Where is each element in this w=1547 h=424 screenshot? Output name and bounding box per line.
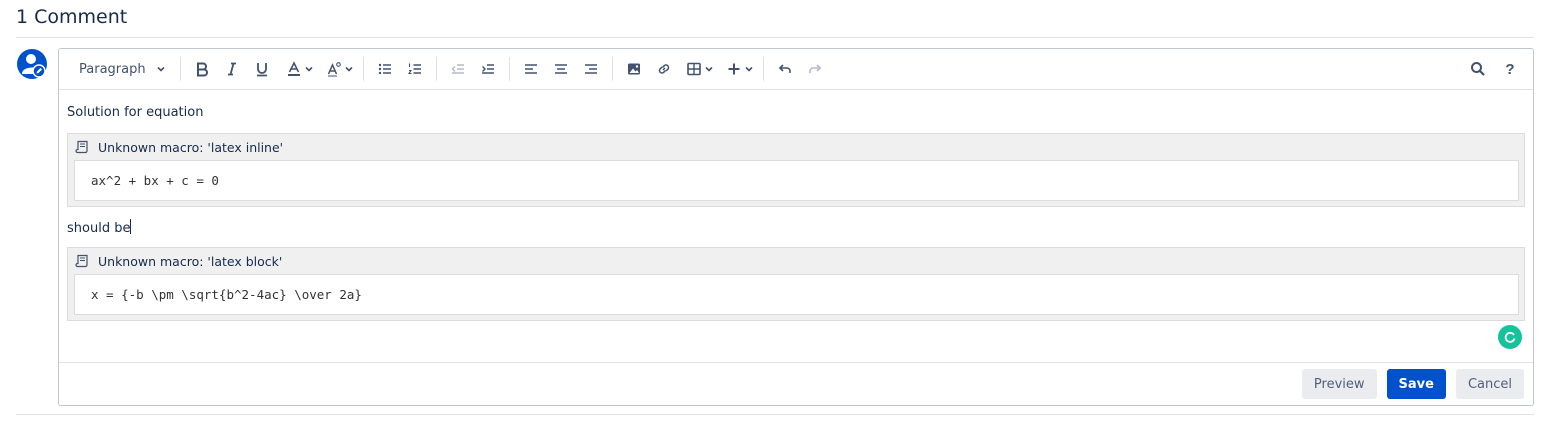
chevron-down-icon <box>705 66 713 72</box>
grammarly-button[interactable] <box>1498 325 1522 349</box>
text-cursor <box>130 219 132 234</box>
table-icon <box>686 62 701 76</box>
user-avatar-icon <box>17 49 47 79</box>
preview-button[interactable]: Preview <box>1301 369 1377 399</box>
numbered-list-icon <box>407 63 421 75</box>
bold-icon <box>196 62 208 77</box>
paragraph-style-label: Paragraph <box>79 61 146 77</box>
editor-toolbar: Paragraph ? <box>59 49 1533 90</box>
insert-icon <box>728 63 740 75</box>
indent-icon <box>481 64 494 74</box>
paragraph-text: Solution for equation <box>67 105 204 120</box>
macro-header-text: Unknown macro: 'latex inline' <box>98 139 284 155</box>
help-button[interactable]: ? <box>1495 54 1525 84</box>
align-center-icon <box>554 64 567 74</box>
outdent-icon <box>451 64 464 74</box>
numbered-list-button[interactable] <box>400 54 430 84</box>
indent-button[interactable] <box>473 54 503 84</box>
cancel-button[interactable]: Cancel <box>1455 369 1524 399</box>
macro-header: Unknown macro: 'latex inline' <box>68 134 1524 160</box>
text-style-icon <box>327 62 341 77</box>
align-center-button[interactable] <box>546 54 576 84</box>
toolbar-separator <box>435 57 437 81</box>
paragraph-style-select[interactable]: Paragraph <box>59 54 174 84</box>
help-icon: ? <box>1505 60 1515 78</box>
grammarly-icon <box>1504 331 1516 343</box>
undo-button[interactable] <box>770 54 800 84</box>
underline-icon <box>256 63 267 77</box>
align-right-icon <box>584 64 597 74</box>
chevron-down-icon <box>345 66 353 72</box>
comment-editor[interactable]: Paragraph ? Solution for equation Unknow… <box>58 48 1534 406</box>
insert-image-button[interactable] <box>619 54 649 84</box>
chevron-down-icon <box>157 66 165 72</box>
redo-button[interactable] <box>800 54 830 84</box>
toolbar-separator <box>362 57 364 81</box>
macro-placeholder-block[interactable]: Unknown macro: 'latex block' x = {-b \pm… <box>67 247 1525 321</box>
macro-scroll-icon <box>75 140 88 154</box>
macro-header: Unknown macro: 'latex block' <box>68 248 1524 274</box>
align-left-button[interactable] <box>516 54 546 84</box>
undo-icon <box>778 64 791 73</box>
toolbar-separator <box>762 57 764 81</box>
italic-icon <box>227 62 236 76</box>
image-icon <box>627 63 640 75</box>
paragraph-text: should be <box>67 219 132 236</box>
macro-header-text: Unknown macro: 'latex block' <box>98 253 283 269</box>
outdent-button[interactable] <box>443 54 473 84</box>
bottom-divider <box>16 414 1534 415</box>
align-left-icon <box>524 64 537 74</box>
text-style-button[interactable] <box>323 54 357 84</box>
italic-button[interactable] <box>217 54 247 84</box>
insert-more-button[interactable] <box>723 54 757 84</box>
macro-body: ax^2 + bx + c = 0 <box>74 160 1519 201</box>
macro-scroll-icon <box>75 254 88 268</box>
search-icon <box>1471 62 1485 76</box>
user-avatar[interactable] <box>17 49 47 79</box>
bold-button[interactable] <box>187 54 217 84</box>
find-replace-button[interactable] <box>1463 54 1493 84</box>
insert-table-button[interactable] <box>683 54 717 84</box>
insert-link-button[interactable] <box>649 54 679 84</box>
chevron-down-icon <box>745 66 753 72</box>
toolbar-separator <box>508 57 510 81</box>
save-button[interactable]: Save <box>1386 369 1446 399</box>
macro-placeholder-inline[interactable]: Unknown macro: 'latex inline' ax^2 + bx … <box>67 133 1525 207</box>
redo-icon <box>808 64 821 73</box>
text-color-icon <box>287 61 300 76</box>
title-divider <box>16 37 1534 38</box>
underline-button[interactable] <box>247 54 277 84</box>
bullet-list-icon <box>378 63 391 75</box>
comments-title: 1 Comment <box>16 6 128 28</box>
paragraph-text-content: should be <box>67 221 131 236</box>
toolbar-separator <box>611 57 613 81</box>
toolbar-separator <box>179 57 181 81</box>
link-icon <box>658 64 669 74</box>
editor-footer: Preview Save Cancel <box>59 362 1533 405</box>
chevron-down-icon <box>305 66 313 72</box>
bullet-list-button[interactable] <box>370 54 400 84</box>
macro-body: x = {-b \pm \sqrt{b^2-4ac} \over 2a} <box>74 274 1519 315</box>
align-right-button[interactable] <box>576 54 606 84</box>
text-color-button[interactable] <box>283 54 317 84</box>
